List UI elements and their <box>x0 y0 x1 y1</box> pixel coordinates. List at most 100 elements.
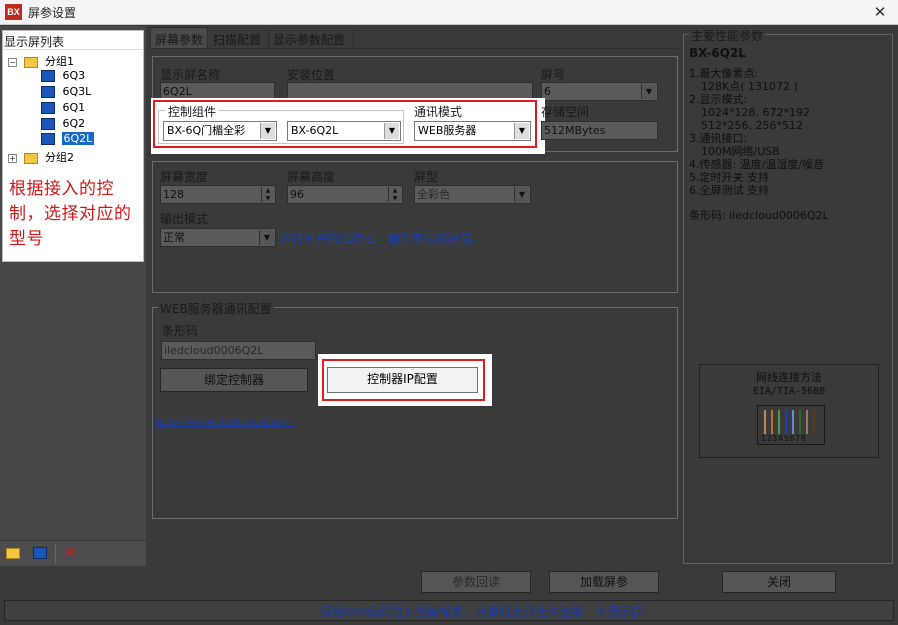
close-icon[interactable]: ✕ <box>868 1 892 23</box>
tab-screen-params[interactable]: 屏幕参数 <box>150 27 208 49</box>
wiring-title: 网线连接方法 <box>756 371 822 384</box>
chevron-down-icon[interactable]: ▼ <box>641 84 656 99</box>
expand-icon[interactable]: + <box>8 153 17 163</box>
height-stepper[interactable]: 96 ▲ ▼ <box>287 185 403 204</box>
tree-item-label: 6Q3L <box>62 85 92 98</box>
wiring-diagram: 网线连接方法 EIA/TIA-568B 12345678 <box>699 364 879 458</box>
new-folder-icon[interactable] <box>6 548 20 559</box>
location-label: 安装位置 <box>287 68 336 82</box>
controller-ip-config-button[interactable]: 控制器IP配置 <box>327 367 478 393</box>
perf-line: 1.最大像素点: <box>689 67 759 80</box>
annotation-text: 根据接入的控制，选择对应的型号 <box>9 179 132 249</box>
web-server-group <box>152 307 678 519</box>
height-value: 96 <box>290 188 304 201</box>
perf-model: BX-6Q2L <box>689 46 746 60</box>
display-icon <box>41 70 55 82</box>
tab-label: 扫描配置 <box>213 33 262 47</box>
perf-line: 5.定时开关 支持 <box>689 171 769 184</box>
screen-number-select[interactable]: 6 ▼ <box>541 82 658 101</box>
display-icon <box>41 133 55 145</box>
perf-title: 主要性能参数 <box>689 27 766 44</box>
spin-arrows-icon[interactable]: ▲ ▼ <box>261 187 274 202</box>
read-params-button[interactable]: 参数回读 <box>421 571 531 593</box>
comm-mode-label: 通讯模式 <box>414 105 463 119</box>
tree-item-label: 6Q2 <box>62 117 86 130</box>
screen-number-value: 6 <box>544 85 551 98</box>
tree-item-6q1[interactable]: 6Q1 <box>41 101 85 114</box>
tree-header: 显示屏列表 <box>4 35 65 49</box>
controller-series-value: BX-6Q门楣全彩 <box>167 124 246 137</box>
tab-display-params[interactable]: 显示参数配置 <box>270 29 354 48</box>
tree-item-label: 6Q2L <box>61 132 95 145</box>
perf-barcode: 条形码: iledcloud0006Q2L <box>689 209 829 222</box>
tree-item-6q2[interactable]: 6Q2 <box>41 117 85 130</box>
barcode-input[interactable]: iledcloud0006Q2L <box>161 341 316 360</box>
output-mode-value: 正常 <box>163 231 185 244</box>
barcode-label: 条形码 <box>162 324 199 338</box>
chevron-down-icon[interactable]: ▼ <box>514 187 529 202</box>
collapse-icon[interactable]: − <box>8 57 17 67</box>
screen-type-select[interactable]: 全彩色 ▼ <box>414 185 531 204</box>
tree-item-6q2l[interactable]: 6Q2L <box>41 132 95 145</box>
rj45-connector-icon: 12345678 <box>757 405 825 445</box>
perf-line: 6.全屏测试 支持 <box>689 184 769 197</box>
perf-line: 2.显示模式: <box>689 93 748 106</box>
perf-line: 1024*128, 672*192 <box>701 106 810 119</box>
tree-item-6q3[interactable]: 6Q3 <box>41 69 85 82</box>
delete-icon[interactable]: ✕ <box>63 543 77 563</box>
status-text: 采用888密码进入当前模式，计算机上只允许连接一个显示屏! <box>320 605 648 619</box>
tree-item-label: 6Q3 <box>62 69 86 82</box>
folder-icon <box>23 56 38 68</box>
website-link[interactable]: http://www.iledcloud.com <box>155 415 295 428</box>
window-title: 屏参设置 <box>28 6 77 20</box>
comm-mode-select[interactable]: WEB服务器 ▼ <box>414 121 531 141</box>
wiring-standard: EIA/TIA-568B <box>752 386 826 397</box>
tab-scan-config[interactable]: 扫描配置 <box>209 29 269 48</box>
folder-icon <box>23 152 38 164</box>
tree-group-1[interactable]: − 分组1 <box>8 53 74 69</box>
display-icon <box>41 102 55 114</box>
name-label: 显示屏名称 <box>160 68 221 82</box>
tree-item-6q3l[interactable]: 6Q3L <box>41 85 91 98</box>
tree-group-2[interactable]: + 分组2 <box>8 149 74 165</box>
close-button[interactable]: 关闭 <box>722 571 836 593</box>
load-params-button[interactable]: 加载屏参 <box>549 571 659 593</box>
controller-label: 控制组件 <box>166 103 219 120</box>
perf-lines: 1.最大像素点: 128K点( 131072 ) 2.显示模式: 1024*12… <box>689 67 889 197</box>
tab-label: 显示参数配置 <box>273 33 346 47</box>
perf-line: 4.传感器: 温度/温湿度/噪音 <box>689 158 825 171</box>
comm-mode-value: WEB服务器 <box>418 124 477 137</box>
chevron-down-icon[interactable]: ▼ <box>260 123 275 139</box>
height-label: 屏幕高度 <box>287 170 336 184</box>
spin-arrows-icon[interactable]: ▲ ▼ <box>388 187 401 202</box>
tree-toolbar: ✕ <box>0 540 146 566</box>
width-stepper[interactable]: 128 ▲ ▼ <box>160 185 276 204</box>
perf-line: 100M网络/USB <box>701 145 780 158</box>
chevron-down-icon[interactable]: ▼ <box>514 123 529 139</box>
screen-type-label: 屏型 <box>414 170 439 184</box>
chevron-down-icon[interactable]: ▼ <box>384 123 399 139</box>
screen-number-label: 屏号 <box>541 68 566 82</box>
web-group-title: WEB服务器通讯配置 <box>158 300 274 317</box>
tab-label: 屏幕参数 <box>155 33 204 47</box>
new-display-icon[interactable] <box>33 547 47 559</box>
perf-line: 128K点( 131072 ) <box>701 80 798 93</box>
controller-model-select[interactable]: BX-6Q2L ▼ <box>287 121 401 141</box>
title-bar: BX 屏参设置 ✕ <box>0 0 898 25</box>
wiring-pin-numbers: 12345678 <box>761 434 807 443</box>
bind-controller-button[interactable]: 绑定控制器 <box>160 368 308 392</box>
tree-white-area: 显示屏列表 − 分组1 6Q3 6Q3L 6Q1 6Q2 6Q2L + 分组2 … <box>2 30 144 262</box>
screen-type-value: 全彩色 <box>417 188 450 201</box>
output-mode-select[interactable]: 正常 ▼ <box>160 228 276 247</box>
width-value: 128 <box>163 188 184 201</box>
output-mode-hint: 选择对开输出模式，刷新率成倍提高。 <box>280 232 485 246</box>
tree-group-label: 分组1 <box>45 55 74 68</box>
output-mode-label: 输出模式 <box>160 212 209 226</box>
controller-series-select[interactable]: BX-6Q门楣全彩 ▼ <box>163 121 277 141</box>
display-icon <box>41 86 55 98</box>
perf-line: 512*256, 256*512 <box>701 119 803 132</box>
controller-model-value: BX-6Q2L <box>291 124 339 137</box>
chevron-down-icon[interactable]: ▼ <box>259 230 274 245</box>
storage-value: 512MBytes <box>541 121 658 140</box>
display-icon <box>41 118 55 130</box>
